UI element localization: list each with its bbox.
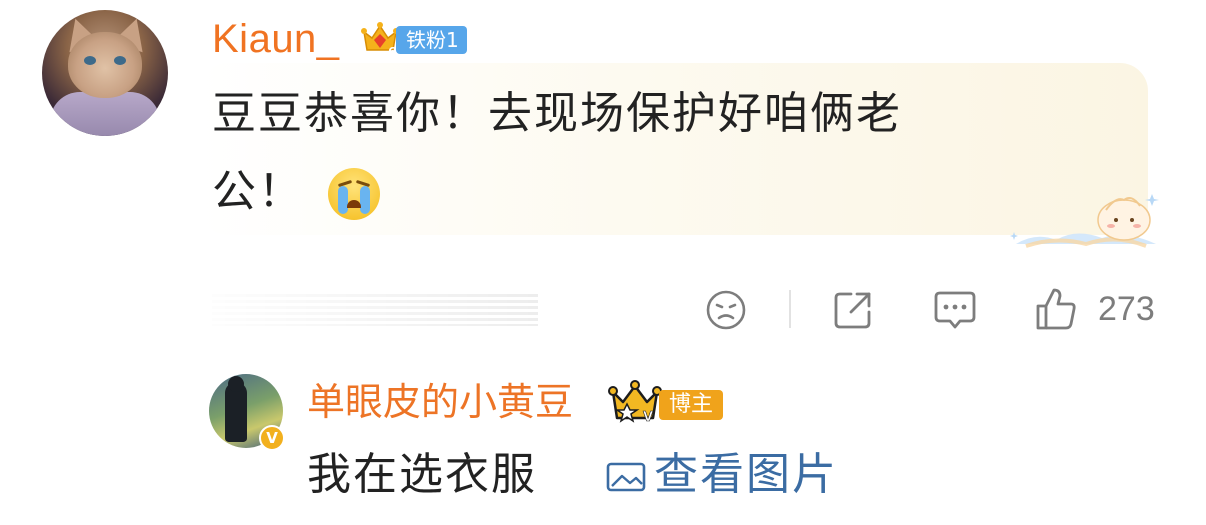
- crying-face-icon: [328, 168, 380, 220]
- bubble-mascot-icon: [1010, 194, 1159, 248]
- avatar-eye: [114, 56, 126, 65]
- dislike-face-icon[interactable]: [704, 288, 748, 332]
- host-crown-icon: V: [608, 380, 662, 424]
- commenter-avatar[interactable]: [42, 10, 168, 136]
- view-image-label: 查看图片: [654, 449, 838, 500]
- comment-text-line2: 公！: [212, 166, 304, 217]
- avatar-head: [228, 376, 244, 392]
- replier-username[interactable]: 单眼皮的小黄豆: [307, 378, 573, 426]
- host-badge-label: 博主: [659, 390, 723, 420]
- share-icon[interactable]: [831, 288, 875, 332]
- comment-text-line1: 豆豆恭喜你！去现场保护好咱俩老: [212, 88, 902, 139]
- action-divider: [789, 290, 791, 328]
- fan-badge-label: 铁粉1: [396, 26, 467, 54]
- fan-badge[interactable]: 6 铁粉1: [360, 18, 472, 58]
- commenter-username[interactable]: Kiaun_: [212, 15, 340, 63]
- fan-crown-icon: 6: [361, 22, 399, 58]
- like-icon[interactable]: [1034, 286, 1078, 332]
- reply-text: 我在选衣服: [307, 449, 537, 500]
- like-count: 273: [1098, 290, 1155, 328]
- comment-icon[interactable]: [932, 288, 978, 332]
- avatar-body: [50, 92, 160, 136]
- host-badge[interactable]: V 博主: [607, 380, 723, 424]
- timestamp-blurred: [212, 294, 538, 326]
- avatar-cat-face: [68, 32, 142, 98]
- avatar-eye: [84, 56, 96, 65]
- verified-badge-icon: V: [259, 425, 285, 451]
- image-icon: [606, 462, 646, 492]
- crown-text: V: [643, 410, 653, 424]
